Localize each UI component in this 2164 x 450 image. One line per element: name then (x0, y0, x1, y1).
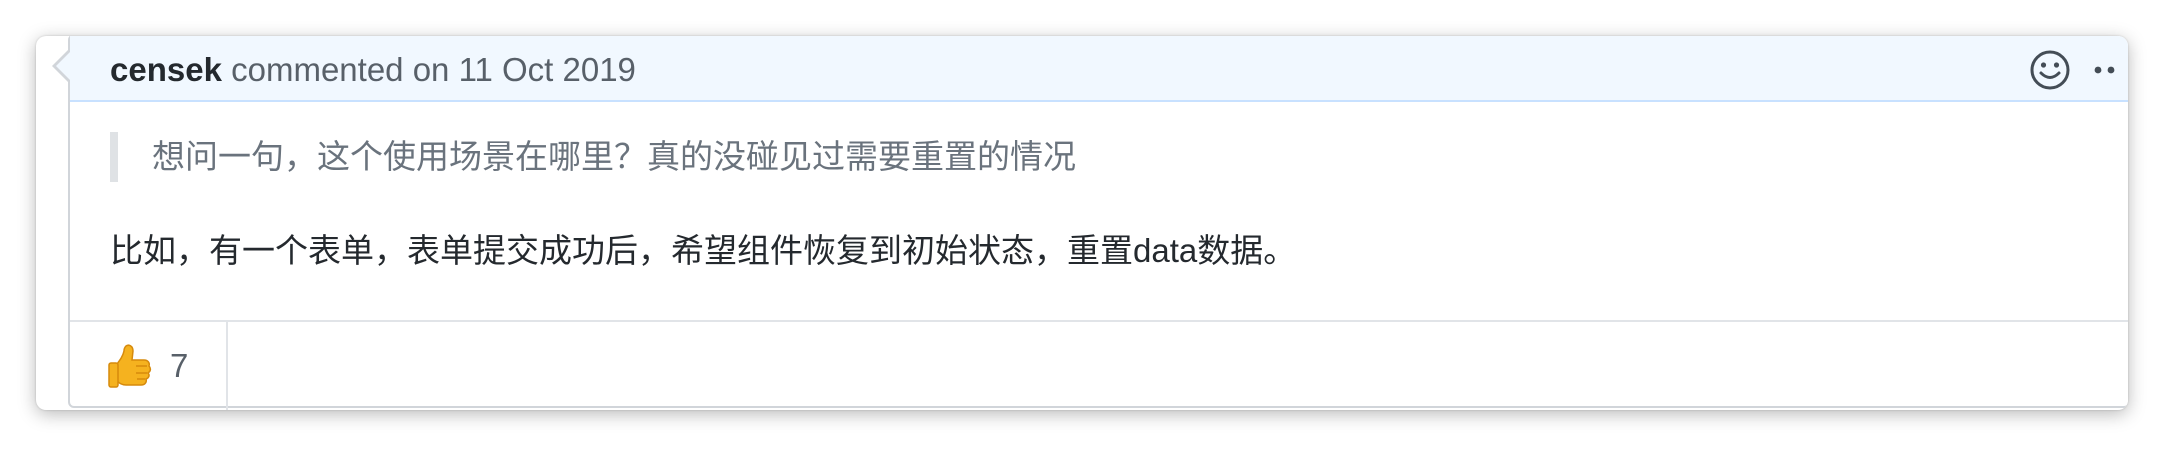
more-options-button[interactable] (2092, 48, 2128, 92)
comment-card: censek commented on 11 Oct 2019 想问一句，这个使… (52, 36, 2128, 410)
comment-author[interactable]: censek (110, 51, 222, 88)
comment-pointer-fill (56, 52, 70, 80)
add-reaction-button[interactable] (2028, 48, 2072, 92)
comment-meta[interactable]: commented on 11 Oct 2019 (231, 51, 636, 88)
kebab-horizontal-icon (2094, 66, 2115, 74)
comment-quote: 想问一句，这个使用场景在哪里？真的没碰见过需要重置的情况 (110, 132, 2088, 182)
comment-paragraph: 比如，有一个表单，表单提交成功后，希望组件恢复到初始状态，重置data数据。 (110, 232, 1297, 269)
thumbs-up-icon (108, 344, 152, 388)
comment-reactions-bar: 7 (70, 320, 2128, 410)
reaction-thumbs-up-button[interactable]: 7 (70, 322, 228, 410)
reaction-count: 7 (170, 347, 189, 384)
screenshot-window: censek commented on 11 Oct 2019 想问一句，这个使… (36, 36, 2128, 410)
smiley-icon (2030, 50, 2070, 90)
comment-body: 想问一句，这个使用场景在哪里？真的没碰见过需要重置的情况 比如，有一个表单，表单… (110, 132, 2088, 276)
comment-header-text: censek commented on 11 Oct 2019 (110, 50, 636, 90)
comment-header: censek commented on 11 Oct 2019 (70, 36, 2128, 102)
